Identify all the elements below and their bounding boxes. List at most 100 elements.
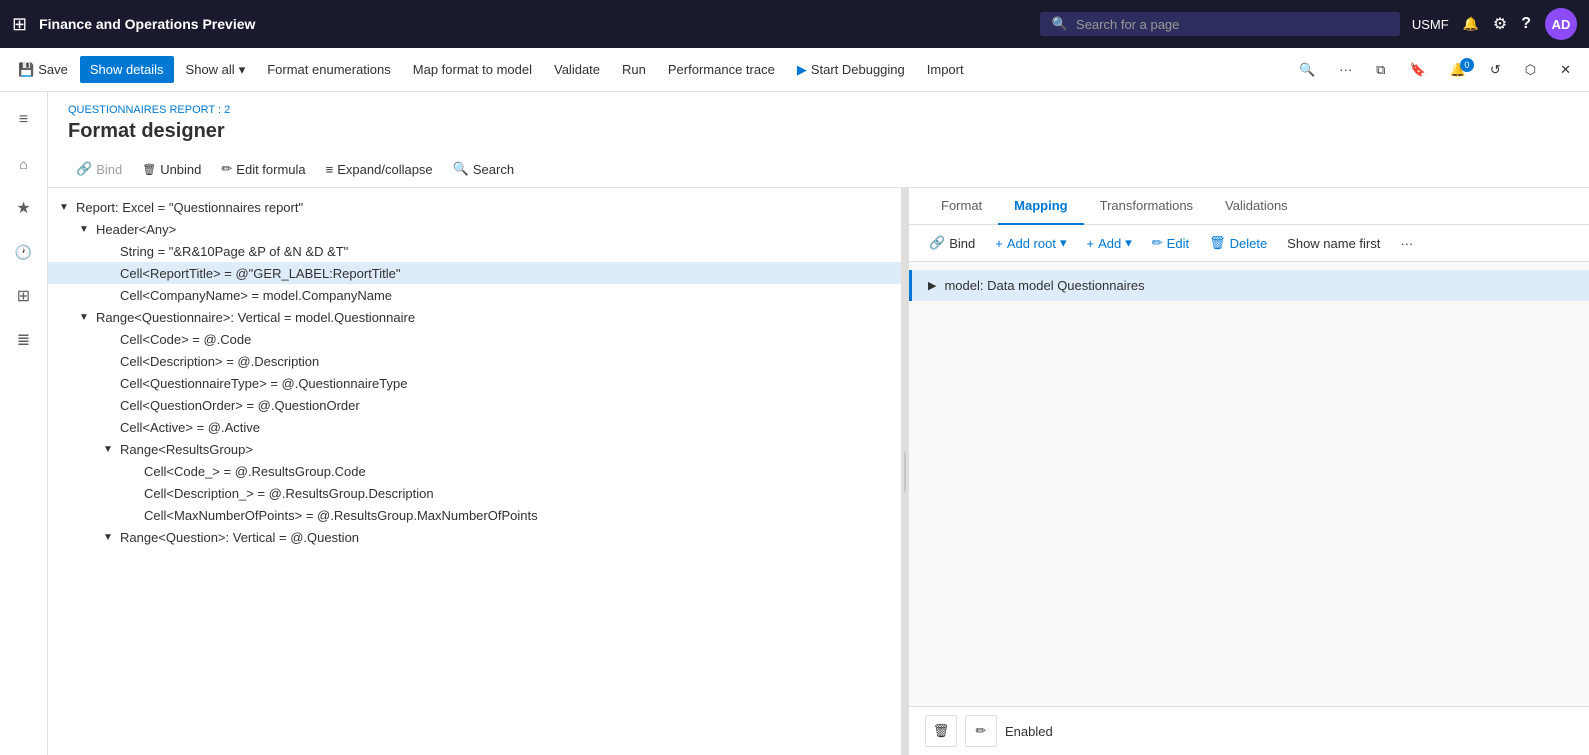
- sidebar-item-modules[interactable]: ≣: [4, 320, 44, 360]
- tree-item[interactable]: ▼ Report: Excel = "Questionnaires report…: [48, 196, 901, 218]
- tree-toggle-icon: [124, 507, 140, 523]
- tree-item-label: Range<ResultsGroup>: [116, 442, 257, 457]
- model-item[interactable]: ▶ model: Data model Questionnaires: [909, 270, 1589, 301]
- bottom-delete-icon: 🗑: [933, 723, 950, 739]
- cmd-search-button[interactable]: 🔍: [1289, 56, 1325, 84]
- command-bar-right: 🔍 ··· ⧉ 🔖 🔔 0 ↺ ⬡ ✕: [1289, 56, 1581, 84]
- help-icon[interactable]: ?: [1521, 15, 1531, 33]
- cmd-close-button[interactable]: ✕: [1550, 56, 1581, 84]
- show-all-button[interactable]: Show all ▾: [176, 56, 256, 84]
- user-code: USMF: [1412, 17, 1449, 32]
- add-button[interactable]: + Add ▾: [1079, 231, 1140, 255]
- map-format-button[interactable]: Map format to model: [403, 56, 542, 83]
- performance-trace-button[interactable]: Performance trace: [658, 56, 785, 83]
- show-name-first-button[interactable]: Show name first: [1279, 232, 1388, 255]
- bottom-delete-button[interactable]: 🗑: [925, 715, 957, 747]
- tab-transformations[interactable]: Transformations: [1084, 188, 1209, 225]
- sidebar-item-favorites[interactable]: ★: [4, 188, 44, 228]
- avatar[interactable]: AD: [1545, 8, 1577, 40]
- tab-format[interactable]: Format: [925, 188, 998, 225]
- unbind-button[interactable]: 🗑 Unbind: [134, 158, 209, 181]
- save-button[interactable]: 💾 Save: [8, 56, 78, 84]
- delete-icon: 🗑: [1209, 235, 1226, 251]
- tree-item[interactable]: String = "&R&10Page &P of &N &D &T": [48, 240, 901, 262]
- tree-item-label: Cell<ReportTitle> = @"GER_LABEL:ReportTi…: [116, 266, 405, 281]
- tree-item[interactable]: Cell<Active> = @.Active: [48, 416, 901, 438]
- tree-item[interactable]: Cell<CompanyName> = model.CompanyName: [48, 284, 901, 306]
- tree-item[interactable]: Cell<Description_> = @.ResultsGroup.Desc…: [48, 482, 901, 504]
- cmd-bookmark-button[interactable]: 🔖: [1399, 56, 1435, 84]
- add-chevron-icon: ▾: [1125, 235, 1132, 251]
- bind-button[interactable]: 🔗 Bind: [68, 157, 130, 181]
- tree-item[interactable]: ▼ Range<Question>: Vertical = @.Question: [48, 526, 901, 548]
- cmd-puzzle-button[interactable]: ⧉: [1366, 56, 1395, 84]
- validate-button[interactable]: Validate: [544, 56, 610, 83]
- tree-toggle-icon: [100, 331, 116, 347]
- tree-area: ▼ Report: Excel = "Questionnaires report…: [48, 188, 901, 556]
- search-button[interactable]: 🔍 Search: [445, 157, 522, 181]
- tree-item[interactable]: ▼ Header<Any>: [48, 218, 901, 240]
- cmd-notification-button[interactable]: 🔔 0: [1440, 56, 1476, 84]
- tree-toggle-icon: [124, 485, 140, 501]
- sidebar-item-recent[interactable]: 🕐: [4, 232, 44, 272]
- right-bind-button[interactable]: 🔗 Bind: [921, 231, 983, 255]
- tree-toggle-icon: [100, 419, 116, 435]
- splitter-handle: [904, 452, 906, 492]
- bookmark-icon: 🔖: [1409, 62, 1425, 78]
- tree-item[interactable]: Cell<MaxNumberOfPoints> = @.ResultsGroup…: [48, 504, 901, 526]
- right-content: ▶ model: Data model Questionnaires: [909, 262, 1589, 706]
- tree-item[interactable]: Cell<Code> = @.Code: [48, 328, 901, 350]
- tree-item[interactable]: Cell<ReportTitle> = @"GER_LABEL:ReportTi…: [48, 262, 901, 284]
- run-button[interactable]: Run: [612, 56, 656, 83]
- tree-toggle-icon: [100, 287, 116, 303]
- right-more-button[interactable]: ···: [1392, 232, 1421, 255]
- left-toolbar: 🔗 Bind 🗑 Unbind ✏ Edit formula ≡ Expand/…: [48, 151, 1589, 188]
- top-search-bar[interactable]: 🔍 Search for a page: [1040, 12, 1400, 36]
- sidebar-item-menu[interactable]: ≡: [4, 100, 44, 140]
- search-icon: 🔍: [453, 161, 469, 177]
- tree-item[interactable]: Cell<QuestionOrder> = @.QuestionOrder: [48, 394, 901, 416]
- tree-item[interactable]: Cell<Code_> = @.ResultsGroup.Code: [48, 460, 901, 482]
- sidebar-item-workspaces[interactable]: ⊞: [4, 276, 44, 316]
- cmd-popout-button[interactable]: ⬡: [1515, 56, 1546, 84]
- split-pane: ▼ Report: Excel = "Questionnaires report…: [48, 188, 1589, 755]
- tab-validations[interactable]: Validations: [1209, 188, 1304, 225]
- expand-collapse-button[interactable]: ≡ Expand/collapse: [318, 158, 441, 181]
- popout-icon: ⬡: [1525, 62, 1536, 78]
- delete-button[interactable]: 🗑 Delete: [1201, 231, 1275, 255]
- tree-toggle-icon: ▼: [76, 221, 92, 237]
- tree-item[interactable]: ▼ Range<ResultsGroup>: [48, 438, 901, 460]
- model-item-label: model: Data model Questionnaires: [944, 278, 1144, 293]
- tree-item[interactable]: ▼ Range<Questionnaire>: Vertical = model…: [48, 306, 901, 328]
- sidebar-item-home[interactable]: ⌂: [4, 144, 44, 184]
- start-debugging-button[interactable]: ▶ Start Debugging: [787, 56, 915, 84]
- panel-splitter[interactable]: [901, 188, 909, 755]
- tree-toggle-icon: [100, 375, 116, 391]
- show-details-button[interactable]: Show details: [80, 56, 174, 83]
- main-layout: ≡ ⌂ ★ 🕐 ⊞ ≣ QUESTIONNAIRES REPORT : 2 Fo…: [0, 92, 1589, 755]
- tree-item[interactable]: Cell<Description> = @.Description: [48, 350, 901, 372]
- tab-mapping[interactable]: Mapping: [998, 188, 1083, 225]
- sidebar: ≡ ⌂ ★ 🕐 ⊞ ≣: [0, 92, 48, 755]
- cmd-more-button[interactable]: ···: [1329, 56, 1362, 83]
- app-title: Finance and Operations Preview: [39, 16, 1028, 32]
- import-button[interactable]: Import: [917, 56, 974, 83]
- bottom-edit-icon: ✏: [976, 723, 987, 739]
- tree-item[interactable]: Cell<QuestionnaireType> = @.Questionnair…: [48, 372, 901, 394]
- add-root-button[interactable]: + Add root ▾: [987, 231, 1074, 255]
- format-enum-button[interactable]: Format enumerations: [257, 56, 401, 83]
- cmd-search-icon: 🔍: [1299, 62, 1315, 78]
- settings-icon[interactable]: ⚙: [1493, 14, 1507, 34]
- bell-icon[interactable]: 🔔: [1463, 16, 1479, 32]
- tree-item-label: Range<Question>: Vertical = @.Question: [116, 530, 363, 545]
- cmd-refresh-button[interactable]: ↺: [1480, 56, 1511, 84]
- tree-toggle-icon: ▼: [100, 529, 116, 545]
- add-root-chevron-icon: ▾: [1060, 235, 1067, 251]
- grid-menu-icon[interactable]: ⊞: [12, 14, 27, 35]
- edit-formula-button[interactable]: ✏ Edit formula: [213, 157, 313, 181]
- edit-button[interactable]: ✏ Edit: [1144, 231, 1197, 255]
- bottom-edit-button[interactable]: ✏: [965, 715, 997, 747]
- right-panel: Format Mapping Transformations Validatio…: [909, 188, 1589, 755]
- tree-item-label: Cell<QuestionnaireType> = @.Questionnair…: [116, 376, 411, 391]
- tree-item-label: Cell<Code_> = @.ResultsGroup.Code: [140, 464, 370, 479]
